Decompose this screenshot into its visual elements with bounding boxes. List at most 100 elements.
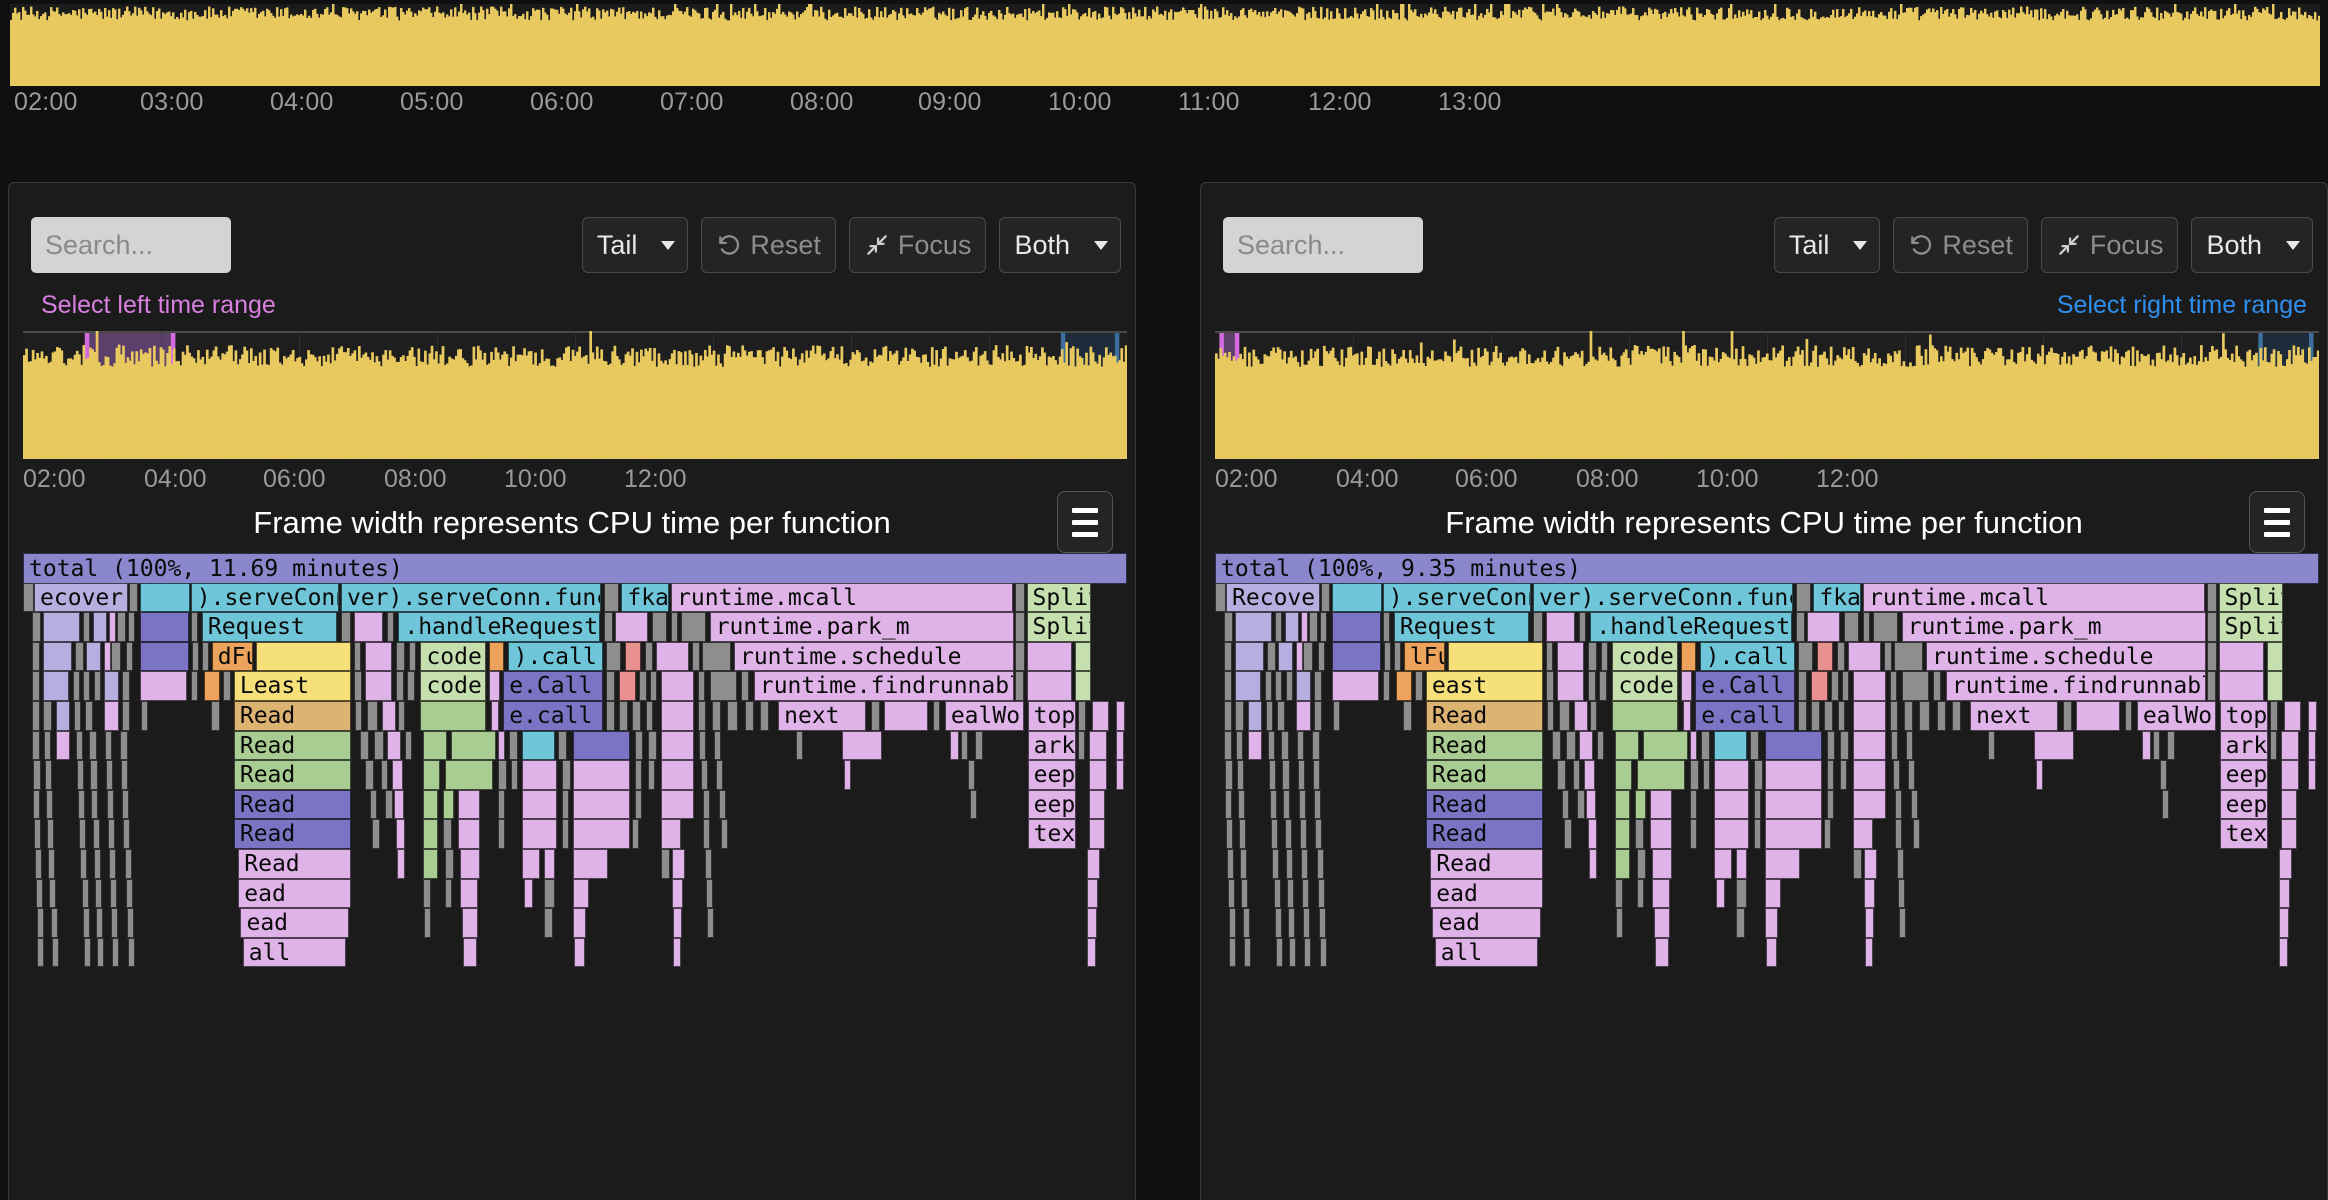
flame-frame[interactable] — [1276, 938, 1283, 968]
flame-frame[interactable] — [1654, 908, 1669, 938]
flame-frame[interactable] — [423, 760, 441, 790]
flame-frame[interactable] — [721, 819, 728, 849]
flame-frame[interactable] — [1898, 879, 1905, 909]
flame-frame[interactable] — [1015, 612, 1025, 642]
flame-frame-stealwork[interactable]: ealWork — [2137, 701, 2216, 731]
flame-frame[interactable] — [2207, 612, 2217, 642]
flame-frame-serveconn[interactable]: ).serveConn — [1383, 583, 1531, 613]
flame-frame[interactable] — [45, 760, 52, 790]
left-range-label[interactable]: Select left time range — [41, 291, 276, 320]
flame-frame[interactable] — [573, 849, 608, 879]
flame-frame[interactable] — [385, 790, 393, 820]
flame-frame-read3[interactable]: Read — [234, 760, 351, 790]
flame-frame[interactable] — [1314, 671, 1322, 701]
flame-frame[interactable] — [1796, 583, 1811, 613]
flame-frame[interactable] — [639, 671, 647, 701]
flame-frame[interactable] — [1313, 760, 1320, 790]
flame-frame[interactable] — [2219, 642, 2264, 672]
flame-frame[interactable] — [1615, 879, 1624, 909]
flame-frame[interactable] — [1574, 701, 1588, 731]
flame-frame[interactable] — [619, 701, 628, 731]
flame-frame[interactable] — [1884, 642, 1892, 672]
flame-frame[interactable] — [1765, 849, 1800, 879]
flame-frame[interactable] — [96, 908, 103, 938]
flame-frame[interactable] — [1317, 849, 1324, 879]
flame-frame-serveconn_func2[interactable]: ver).serveConn.func2 — [1533, 583, 1794, 613]
flame-frame[interactable] — [104, 642, 111, 672]
flame-frame[interactable] — [108, 819, 115, 849]
flame-frame[interactable] — [372, 819, 380, 849]
flame-frame[interactable] — [1643, 731, 1687, 761]
flame-frame[interactable] — [1075, 671, 1090, 701]
flame-frame[interactable] — [1089, 790, 1104, 820]
flame-frame[interactable] — [2279, 938, 2288, 968]
flame-frame[interactable] — [615, 612, 648, 642]
flame-frame[interactable] — [1228, 879, 1235, 909]
flame-frame[interactable] — [1314, 790, 1321, 820]
flame-frame[interactable] — [1824, 701, 1833, 731]
flame-frame[interactable] — [1547, 701, 1554, 731]
flame-frame[interactable] — [2160, 760, 2167, 790]
flame-frame[interactable] — [1303, 642, 1313, 672]
flame-frame[interactable] — [82, 879, 89, 909]
flame-frame-dfull[interactable]: dFull — [212, 642, 253, 672]
flame-frame[interactable] — [1577, 790, 1585, 820]
flame-frame[interactable] — [1286, 671, 1293, 701]
flame-frame-stealwork[interactable]: ealWork — [945, 701, 1024, 731]
flame-frame-schedule[interactable]: runtime.schedule — [734, 642, 1014, 672]
flame-frame[interactable] — [1690, 819, 1697, 849]
flame-frame[interactable] — [1271, 819, 1278, 849]
flame-frame[interactable] — [1383, 671, 1390, 701]
flame-frame[interactable] — [1281, 731, 1289, 761]
flame-frame[interactable] — [1116, 701, 1125, 731]
flame-frame-read7[interactable]: ead — [238, 879, 351, 909]
flame-frame[interactable] — [1415, 671, 1423, 701]
flame-frame[interactable] — [86, 642, 101, 672]
flame-frame[interactable] — [128, 938, 135, 968]
flame-frame[interactable] — [1303, 908, 1310, 938]
flame-frame[interactable] — [360, 731, 369, 761]
flame-frame[interactable] — [1566, 731, 1576, 761]
flame-frame-eep1[interactable]: eep — [2220, 760, 2269, 790]
flame-frame[interactable] — [90, 760, 98, 790]
flame-frame[interactable] — [1766, 938, 1777, 968]
flame-frame[interactable] — [107, 790, 114, 820]
flame-frame[interactable] — [1244, 938, 1251, 968]
flame-frame[interactable] — [1321, 583, 1330, 613]
flame-frame[interactable] — [1652, 879, 1670, 909]
flame-frame[interactable] — [1224, 612, 1233, 642]
flame-frame[interactable] — [702, 642, 731, 672]
flame-frame[interactable] — [1089, 731, 1107, 761]
flame-frame[interactable] — [1087, 908, 1097, 938]
flame-frame[interactable] — [1827, 731, 1836, 761]
flame-frame[interactable] — [698, 671, 706, 701]
left-flame-graph[interactable]: total (100%, 11.69 minutes)ecover).serve… — [23, 553, 1127, 1200]
flame-frame-next[interactable]: next — [778, 701, 866, 731]
flame-frame[interactable] — [111, 908, 118, 938]
flame-frame[interactable] — [33, 790, 40, 820]
flame-frame[interactable] — [632, 701, 641, 731]
flame-frame-ecall_upper[interactable]: e.Call — [1695, 671, 1794, 701]
flame-frame[interactable] — [1690, 760, 1699, 790]
flame-frame[interactable] — [1842, 671, 1849, 701]
flame-frame[interactable] — [1652, 849, 1672, 879]
flame-frame[interactable] — [2153, 731, 2160, 761]
flame-frame[interactable] — [2270, 701, 2278, 731]
flame-frame[interactable] — [1637, 760, 1686, 790]
flame-frame[interactable] — [48, 849, 55, 879]
flame-frame[interactable] — [73, 671, 80, 701]
flame-frame[interactable] — [1754, 790, 1762, 820]
flame-frame[interactable] — [104, 701, 119, 731]
flame-frame[interactable] — [85, 701, 93, 731]
flame-frame[interactable] — [1838, 701, 1845, 731]
flame-frame[interactable] — [94, 849, 101, 879]
flame-frame[interactable] — [933, 701, 940, 731]
flame-frame[interactable] — [2308, 731, 2316, 761]
flame-frame[interactable] — [1714, 849, 1732, 879]
flame-frame[interactable] — [1837, 642, 1846, 672]
flame-frame[interactable] — [712, 701, 721, 731]
flame-frame[interactable] — [522, 731, 555, 761]
flame-frame[interactable] — [396, 642, 405, 672]
flame-frame[interactable] — [714, 731, 721, 761]
flame-frame[interactable] — [1701, 731, 1710, 761]
